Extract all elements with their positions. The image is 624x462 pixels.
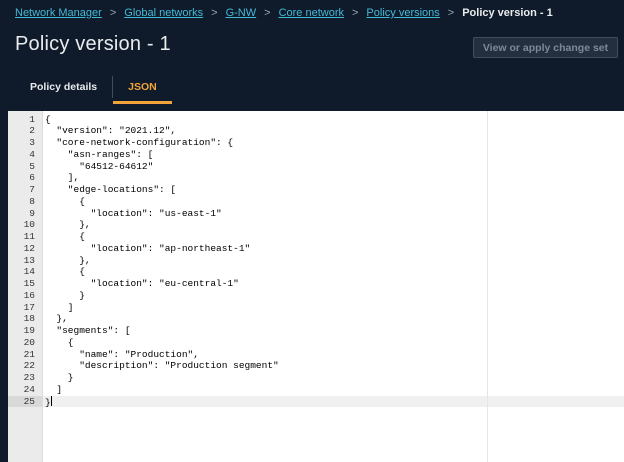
code-line[interactable]: { <box>43 196 624 208</box>
code-text: ], <box>45 172 80 184</box>
code-line[interactable]: { <box>43 114 624 126</box>
code-text: }, <box>45 313 68 325</box>
code-text: "asn-ranges": [ <box>45 148 154 160</box>
code-line[interactable]: ], <box>43 172 624 184</box>
code-line[interactable]: "version": "2021.12", <box>43 125 624 137</box>
line-number: 21 <box>23 348 35 360</box>
code-text: }, <box>45 219 91 231</box>
line-number: 18 <box>23 313 35 325</box>
view-or-apply-change-set-button[interactable]: View or apply change set <box>473 37 618 58</box>
line-number: 24 <box>23 383 35 395</box>
code-text: "location": "ap-northeast-1" <box>45 242 251 254</box>
line-number: 15 <box>23 278 35 289</box>
code-text: "64512-64612" <box>45 160 154 172</box>
code-text: } <box>45 372 74 383</box>
tab-json[interactable]: JSON <box>113 70 172 104</box>
line-number: 11 <box>23 231 35 242</box>
line-number: 12 <box>23 242 35 254</box>
code-text: ] <box>45 383 63 395</box>
code-line[interactable]: "segments": [ <box>43 325 624 337</box>
code-line[interactable]: ] <box>43 302 624 314</box>
line-number: 1 <box>29 113 35 125</box>
code-line[interactable]: "core-network-configuration": { <box>43 137 624 149</box>
code-text: { <box>45 113 51 125</box>
code-line[interactable]: "location": "eu-central-1" <box>43 278 624 290</box>
code-line[interactable]: { <box>43 337 624 349</box>
print-margin <box>487 111 488 462</box>
code-line[interactable]: } <box>43 290 624 302</box>
code-line[interactable]: } <box>43 372 624 384</box>
tab-policy-details[interactable]: Policy details <box>15 70 112 104</box>
line-number: 3 <box>29 137 35 148</box>
chevron-right-icon: > <box>211 7 218 19</box>
code-text: "core-network-configuration": { <box>45 137 234 148</box>
code-text: { <box>45 231 85 242</box>
page-title: Policy version - 1 <box>15 33 171 55</box>
code-text: "name": "Production", <box>45 348 199 360</box>
chevron-right-icon: > <box>351 7 359 19</box>
code-line[interactable]: }, <box>43 313 624 325</box>
code-line[interactable]: { <box>43 266 624 278</box>
code-line[interactable]: }, <box>43 219 624 231</box>
code-line[interactable]: "edge-locations": [ <box>43 184 624 196</box>
code-text: "location": "us-east-1" <box>45 207 222 219</box>
code-line[interactable]: "description": "Production segment" <box>43 360 624 372</box>
breadcrumb-g-nw[interactable]: G-NW <box>226 7 257 19</box>
code-line[interactable]: }, <box>43 255 624 267</box>
line-number: 9 <box>29 207 35 219</box>
code-line[interactable]: "asn-ranges": [ <box>43 149 624 161</box>
breadcrumb: Network Manager > Global networks > G-NW… <box>15 6 553 20</box>
tab-bar: Policy details JSON <box>15 70 172 104</box>
line-number: 19 <box>23 325 35 336</box>
code-text: ] <box>45 301 74 313</box>
json-code-editor[interactable]: 1 2 3 4 5 6 7 8 9 10 11 12 13 14 15 16 17 18 19 20 21 22 23 24 2… <box>8 111 624 462</box>
line-number: 8 <box>29 195 35 207</box>
line-number: 10 <box>23 219 35 231</box>
breadcrumb-core-network[interactable]: Core network <box>279 7 344 19</box>
text-cursor <box>50 395 52 406</box>
code-text: }, <box>45 254 91 266</box>
line-number: 25 <box>8 395 42 408</box>
code-line[interactable]: "location": "us-east-1" <box>43 208 624 220</box>
code-text: "description": "Production segment" <box>45 360 279 372</box>
line-number: 6 <box>29 172 35 184</box>
line-number: 17 <box>23 301 35 313</box>
code-text: { <box>45 195 85 207</box>
code-text: { <box>45 266 85 278</box>
code-text: "segments": [ <box>45 325 131 336</box>
breadcrumb-network-manager[interactable]: Network Manager <box>15 7 102 19</box>
line-number: 13 <box>23 254 35 266</box>
code-line[interactable]: "64512-64612" <box>43 161 624 173</box>
code-text: "version": "2021.12", <box>45 125 177 137</box>
line-number: 5 <box>29 160 35 172</box>
code-area[interactable]: { "version": "2021.12", "core-network-co… <box>43 111 624 462</box>
line-number: 23 <box>23 372 35 383</box>
line-number-gutter: 1 2 3 4 5 6 7 8 9 10 11 12 13 14 15 16 17 18 19 20 21 22 23 24 2… <box>8 111 43 462</box>
code-text: } <box>45 289 85 301</box>
line-number: 7 <box>29 184 35 195</box>
code-line[interactable]: { <box>43 231 624 243</box>
breadcrumb-policy-versions[interactable]: Policy versions <box>366 7 439 19</box>
line-number: 2 <box>29 125 35 137</box>
line-number: 4 <box>29 148 35 160</box>
code-text: "edge-locations": [ <box>45 184 177 195</box>
code-line[interactable]: "name": "Production", <box>43 349 624 361</box>
code-line[interactable]: } <box>43 395 624 408</box>
line-number: 16 <box>23 289 35 301</box>
code-line[interactable]: ] <box>43 384 624 396</box>
code-line[interactable]: "location": "ap-northeast-1" <box>43 243 624 255</box>
code-text: "location": "eu-central-1" <box>45 278 239 289</box>
breadcrumb-current: Policy version - 1 <box>462 7 553 19</box>
line-number: 20 <box>23 336 35 348</box>
line-number: 22 <box>23 360 35 372</box>
chevron-right-icon: > <box>264 7 271 19</box>
code-text: { <box>45 336 74 348</box>
chevron-right-icon: > <box>447 7 455 19</box>
chevron-right-icon: > <box>109 7 117 19</box>
line-number: 14 <box>23 266 35 278</box>
breadcrumb-global-networks[interactable]: Global networks <box>124 7 203 19</box>
